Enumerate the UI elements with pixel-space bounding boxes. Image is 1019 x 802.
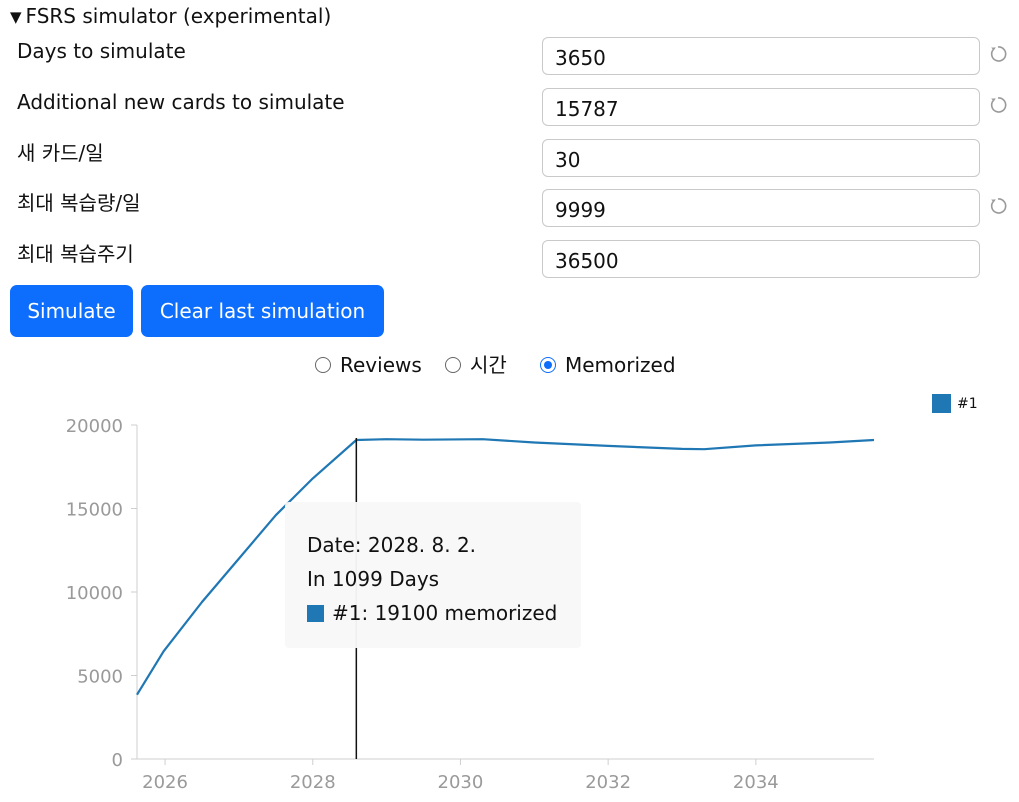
y-tick-label: 20000 [66,416,123,437]
tooltip-series-row: #1: 19100 memorized [307,596,581,630]
simulator-summary[interactable]: ▼ FSRS simulator (experimental) [10,3,331,30]
radio-time[interactable]: 시간 [445,352,507,378]
days-to-simulate-label: Days to simulate [17,39,186,63]
legend-series-label: #1 [957,395,978,412]
max-interval-input[interactable] [542,240,980,278]
expand-triangle-icon: ▼ [10,8,22,26]
revert-max-reviews-icon[interactable] [988,196,1008,216]
radio-memorized[interactable]: Memorized [540,352,676,378]
x-axis: 2026 2028 2030 2032 2034 [137,758,874,793]
additional-new-cards-label: Additional new cards to simulate [17,90,345,114]
y-tick-label: 5000 [77,667,123,688]
additional-new-cards-input[interactable] [542,88,980,126]
clear-simulation-button[interactable]: Clear last simulation [141,285,384,337]
tooltip-days: In 1099 Days [307,567,440,591]
chart-tooltip: Date: 2028. 8. 2. In 1099 Days #1: 19100… [285,502,581,648]
chart-legend: #1 [932,394,978,413]
legend-swatch [932,394,951,413]
x-tick-label: 2026 [142,772,188,793]
x-tick-label: 2030 [438,772,484,793]
simulate-button[interactable]: Simulate [10,285,133,337]
revert-days-icon[interactable] [988,44,1008,64]
radio-reviews-label: Reviews [340,353,422,377]
radio-reviews[interactable]: Reviews [315,352,422,378]
radio-memorized-circle[interactable] [540,357,556,373]
days-to-simulate-input[interactable] [542,37,980,75]
radio-memorized-label: Memorized [565,353,676,377]
max-reviews-per-day-input[interactable] [542,189,980,227]
radio-time-label: 시간 [470,353,507,377]
radio-time-circle[interactable] [445,357,461,373]
tooltip-swatch [307,605,324,622]
new-cards-per-day-label: 새 카드/일 [17,141,104,165]
max-interval-label: 최대 복습주기 [17,242,134,266]
y-tick-label: 0 [112,750,123,771]
simulator-title: FSRS simulator (experimental) [25,4,332,28]
y-tick-label: 10000 [66,583,123,604]
revert-new-cards-icon[interactable] [988,95,1008,115]
x-tick-label: 2032 [585,772,631,793]
y-axis: 0 5000 10000 15000 20000 [66,416,138,771]
tooltip-date: Date: 2028. 8. 2. [307,533,477,557]
tooltip-series-value: #1: 19100 memorized [332,601,558,625]
radio-reviews-circle[interactable] [315,357,331,373]
x-tick-label: 2028 [290,772,336,793]
max-reviews-per-day-label: 최대 복습량/일 [17,191,141,215]
y-tick-label: 15000 [66,500,123,521]
x-tick-label: 2034 [733,772,779,793]
new-cards-per-day-input[interactable] [542,139,980,177]
